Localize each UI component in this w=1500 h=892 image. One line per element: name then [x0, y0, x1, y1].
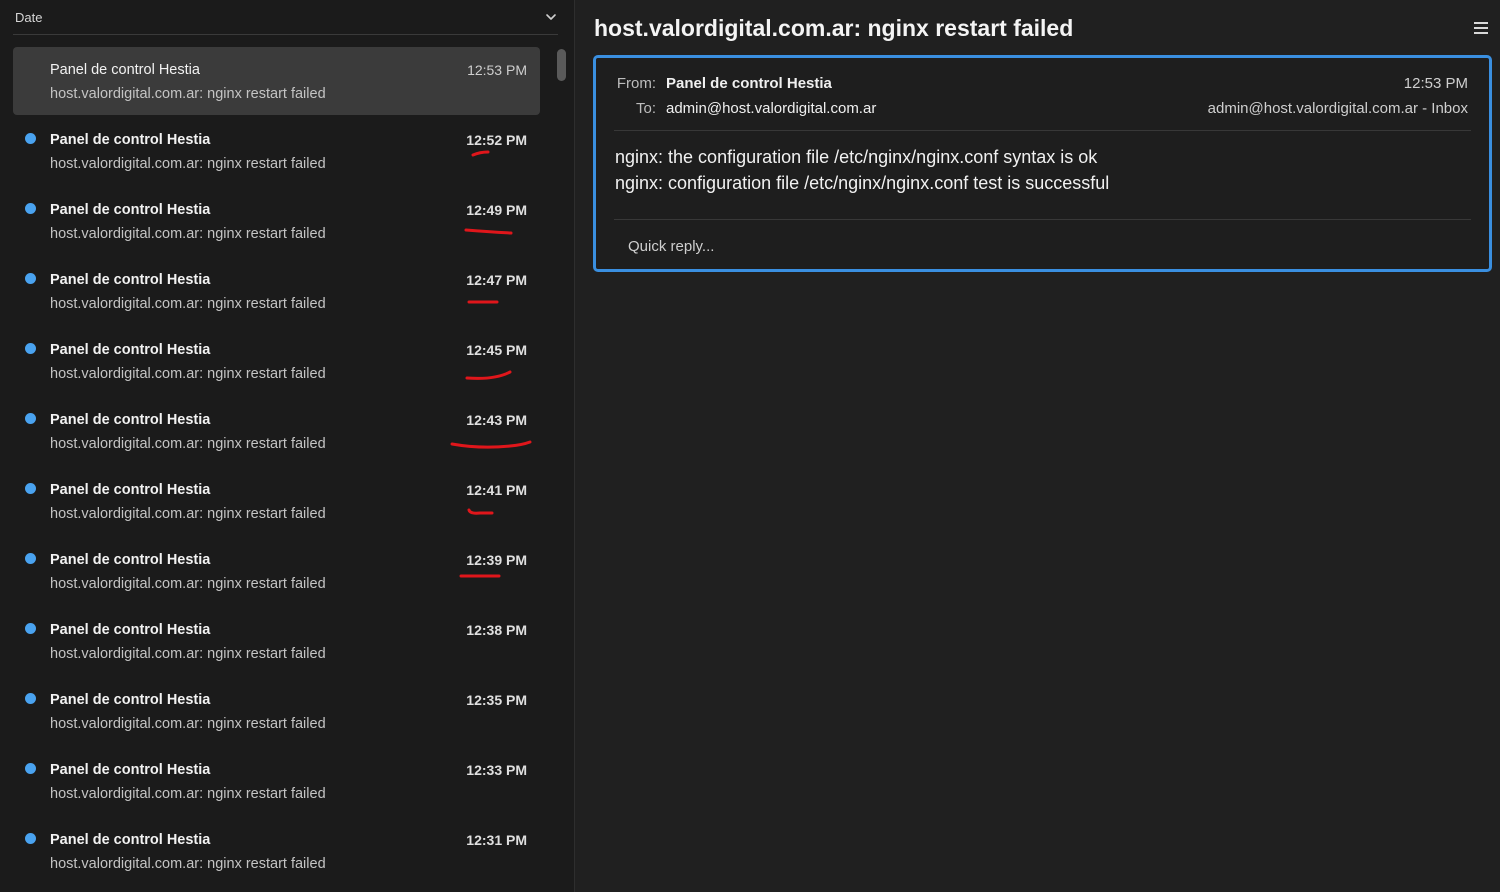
- message-list-item[interactable]: Panel de control Hestia 12:39 PM host.valo…: [13, 537, 540, 605]
- message-list: Panel de control Hestia 12:53 PM host.valo…: [13, 47, 540, 887]
- message-time: 12:52 PM: [466, 132, 527, 148]
- message-subject: host.valordigital.com.ar: nginx restart …: [50, 716, 326, 732]
- unread-dot-icon: [25, 553, 36, 564]
- message-time: 12:33 PM: [466, 762, 527, 778]
- message-time: 12:49 PM: [466, 202, 527, 218]
- message-time: 12:39 PM: [466, 552, 527, 568]
- message-subject: host.valordigital.com.ar: nginx restart …: [50, 366, 326, 382]
- unread-dot-icon: [25, 413, 36, 424]
- message-time: 12:43 PM: [466, 412, 527, 428]
- message-sender: Panel de control Hestia: [50, 342, 211, 358]
- message-time: 12:38 PM: [466, 622, 527, 638]
- reading-pane: host.valordigital.com.ar: nginx restart …: [575, 0, 1500, 892]
- sort-header[interactable]: Date: [13, 0, 558, 35]
- from-label: From:: [616, 75, 656, 92]
- to-row: To: admin@host.valordigital.com.ar: [616, 100, 876, 117]
- message-list-item[interactable]: Panel de control Hestia 12:47 PM host.valo…: [13, 257, 540, 325]
- message-sender: Panel de control Hestia: [50, 552, 211, 568]
- recipient-address[interactable]: admin@host.valordigital.com.ar: [666, 100, 876, 117]
- message-list-item[interactable]: Panel de control Hestia 12:45 PM host.valo…: [13, 327, 540, 395]
- message-time: 12:53 PM: [467, 62, 527, 78]
- unread-dot-icon: [25, 693, 36, 704]
- message-sender: Panel de control Hestia: [50, 622, 211, 638]
- message-list-item[interactable]: Panel de control Hestia 12:52 PM host.valo…: [13, 117, 540, 185]
- header-divider: [614, 130, 1471, 131]
- message-subject: host.valordigital.com.ar: nginx restart …: [50, 86, 326, 102]
- message-time: 12:31 PM: [466, 832, 527, 848]
- body-line: nginx: configuration file /etc/nginx/ngi…: [615, 173, 1110, 193]
- hamburger-menu-icon[interactable]: [1474, 22, 1488, 36]
- message-list-item[interactable]: Panel de control Hestia 12:33 PM host.valo…: [13, 747, 540, 815]
- unread-dot-icon: [25, 133, 36, 144]
- unread-dot-icon: [25, 203, 36, 214]
- message-subject: host.valordigital.com.ar: nginx restart …: [50, 576, 326, 592]
- message-list-item[interactable]: Panel de control Hestia 12:53 PM host.valo…: [13, 47, 540, 115]
- received-time: 12:53 PM: [1403, 75, 1468, 92]
- message-sender: Panel de control Hestia: [50, 832, 211, 848]
- sender-name[interactable]: Panel de control Hestia: [666, 75, 832, 92]
- message-time: 12:35 PM: [466, 692, 527, 708]
- list-scrollbar[interactable]: [557, 49, 566, 81]
- message-sender: Panel de control Hestia: [50, 692, 211, 708]
- account-folder: admin@host.valordigital.com.ar - Inbox: [1207, 100, 1468, 117]
- quick-reply-input[interactable]: Quick reply...: [628, 238, 714, 255]
- message-subject: host.valordigital.com.ar: nginx restart …: [50, 226, 326, 242]
- message-sender: Panel de control Hestia: [50, 272, 211, 288]
- message-list-item[interactable]: Panel de control Hestia 12:38 PM host.valo…: [13, 607, 540, 675]
- message-time: 12:41 PM: [466, 482, 527, 498]
- sort-label: Date: [15, 9, 43, 25]
- message-sender: Panel de control Hestia: [50, 412, 211, 428]
- mail-app: Date Panel de control Hestia 12:53 PM host…: [0, 0, 1500, 892]
- unread-dot-icon: [25, 833, 36, 844]
- message-list-item[interactable]: Panel de control Hestia 12:49 PM host.valo…: [13, 187, 540, 255]
- message-sender: Panel de control Hestia: [50, 132, 211, 148]
- message-list-item[interactable]: Panel de control Hestia 12:41 PM host.valo…: [13, 467, 540, 535]
- message-sender: Panel de control Hestia: [50, 482, 211, 498]
- message-subject: host.valordigital.com.ar: nginx restart …: [50, 436, 326, 452]
- message-list-item[interactable]: Panel de control Hestia 12:43 PM host.valo…: [13, 397, 540, 465]
- chevron-down-icon[interactable]: [544, 10, 558, 24]
- message-time: 12:45 PM: [466, 342, 527, 358]
- unread-dot-icon: [25, 343, 36, 354]
- message-subject: host.valordigital.com.ar: nginx restart …: [50, 506, 326, 522]
- message-subject: host.valordigital.com.ar: nginx restart …: [50, 646, 326, 662]
- message-time: 12:47 PM: [466, 272, 527, 288]
- message-sender: Panel de control Hestia: [50, 202, 211, 218]
- unread-dot-icon: [25, 623, 36, 634]
- message-subject: host.valordigital.com.ar: nginx restart …: [50, 856, 326, 872]
- unread-dot-icon: [25, 273, 36, 284]
- unread-dot-icon: [25, 763, 36, 774]
- body-line: nginx: the configuration file /etc/nginx…: [615, 147, 1098, 167]
- message-list-item[interactable]: Panel de control Hestia 12:35 PM host.valo…: [13, 677, 540, 745]
- message-list-item[interactable]: Panel de control Hestia 12:31 PM host.valo…: [13, 817, 540, 885]
- email-subject-title: host.valordigital.com.ar: nginx restart …: [594, 15, 1074, 41]
- to-label: To:: [635, 100, 656, 117]
- message-subject: host.valordigital.com.ar: nginx restart …: [50, 296, 326, 312]
- unread-dot-icon: [25, 483, 36, 494]
- reply-divider: [614, 219, 1471, 220]
- message-subject: host.valordigital.com.ar: nginx restart …: [50, 786, 326, 802]
- message-sender: Panel de control Hestia: [50, 62, 200, 78]
- from-row: From: Panel de control Hestia: [616, 75, 832, 92]
- message-list-pane: Date Panel de control Hestia 12:53 PM host…: [0, 0, 575, 892]
- message-sender: Panel de control Hestia: [50, 762, 211, 778]
- message-subject: host.valordigital.com.ar: nginx restart …: [50, 156, 326, 172]
- email-card: From: Panel de control Hestia 12:53 PM To…: [593, 55, 1492, 272]
